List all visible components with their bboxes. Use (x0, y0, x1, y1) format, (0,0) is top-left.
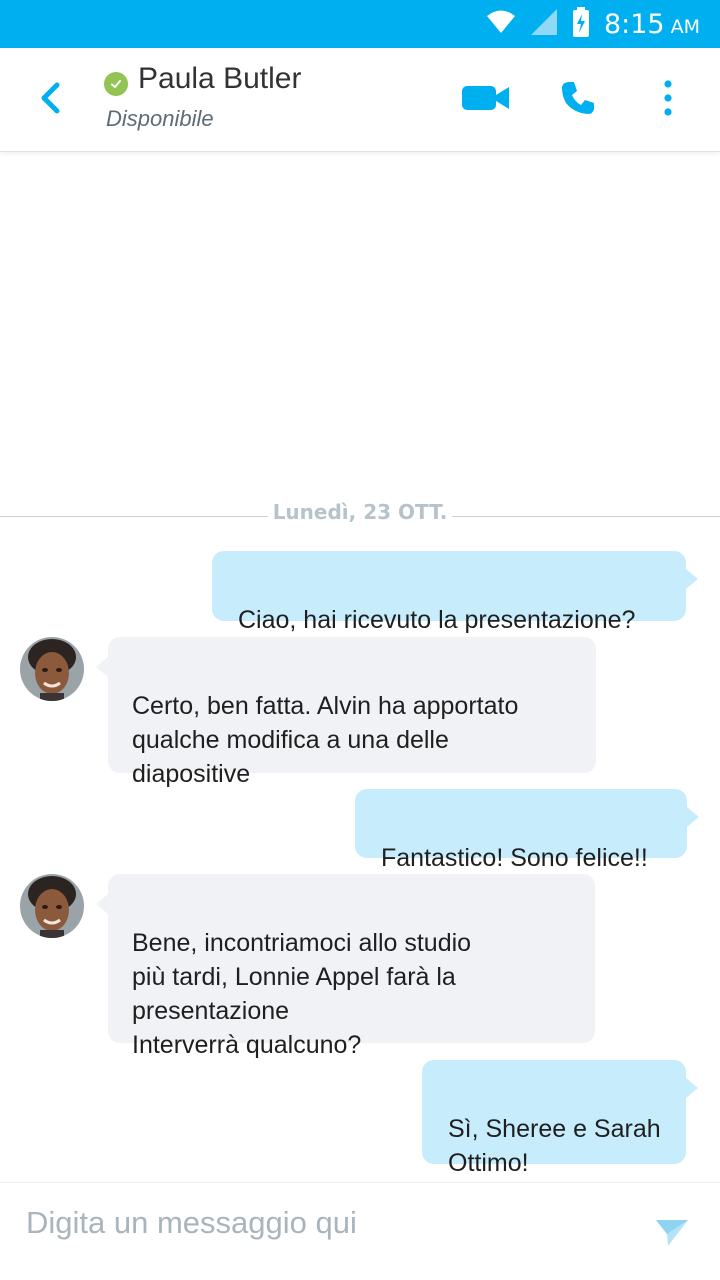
back-chevron-icon (38, 81, 62, 120)
divider (452, 516, 720, 517)
signal-icon (530, 8, 558, 41)
wifi-icon (486, 9, 516, 40)
more-options-button[interactable] (650, 74, 686, 126)
message-text: Fantastico! Sono felice!! (381, 844, 648, 872)
message-outgoing[interactable]: Sì, Sheree e Sarah Ottimo! (422, 1060, 698, 1177)
status-ampm: AM (670, 15, 700, 38)
message-text: Certo, ben fatta. Alvin ha apportato qua… (132, 692, 519, 788)
video-call-button[interactable] (458, 74, 514, 126)
conversation-header: Paula Butler Disponibile (0, 48, 720, 152)
send-icon (654, 1218, 690, 1253)
date-label: Lunedì, 23 OTT. (272, 500, 448, 524)
message-text: Bene, incontriamoci allo studio più tard… (132, 929, 472, 1059)
more-vertical-icon (663, 79, 673, 121)
message-outgoing[interactable]: Fantastico! Sono felice!! (355, 789, 699, 872)
message-text: Ciao, hai ricevuto la presentazione? (238, 606, 636, 634)
contact-avatar[interactable] (20, 874, 84, 938)
contact-name[interactable]: Paula Butler (138, 62, 301, 96)
phone-icon (559, 79, 597, 122)
date-separator: Lunedì, 23 OTT. (0, 500, 720, 526)
status-bar: 8:15 AM (0, 0, 720, 48)
status-time: 8:15 (603, 8, 665, 40)
message-composer: Digita un messaggio qui (0, 1182, 720, 1280)
message-incoming[interactable]: Bene, incontriamoci allo studio più tard… (96, 874, 595, 1059)
message-input[interactable]: Digita un messaggio qui (26, 1205, 357, 1241)
video-call-icon (462, 84, 510, 117)
message-incoming[interactable]: Certo, ben fatta. Alvin ha apportato qua… (96, 637, 596, 788)
message-outgoing[interactable]: Ciao, hai ricevuto la presentazione? (212, 551, 698, 634)
contact-avatar[interactable] (20, 637, 84, 701)
contact-status: Disponibile (106, 106, 214, 131)
battery-charging-icon (572, 6, 590, 42)
audio-call-button[interactable] (552, 74, 604, 126)
message-text: Sì, Sheree e Sarah Ottimo! (448, 1115, 661, 1177)
divider (0, 516, 268, 517)
presence-available-icon (104, 72, 128, 96)
back-button[interactable] (28, 76, 72, 124)
send-button[interactable] (648, 1211, 696, 1259)
